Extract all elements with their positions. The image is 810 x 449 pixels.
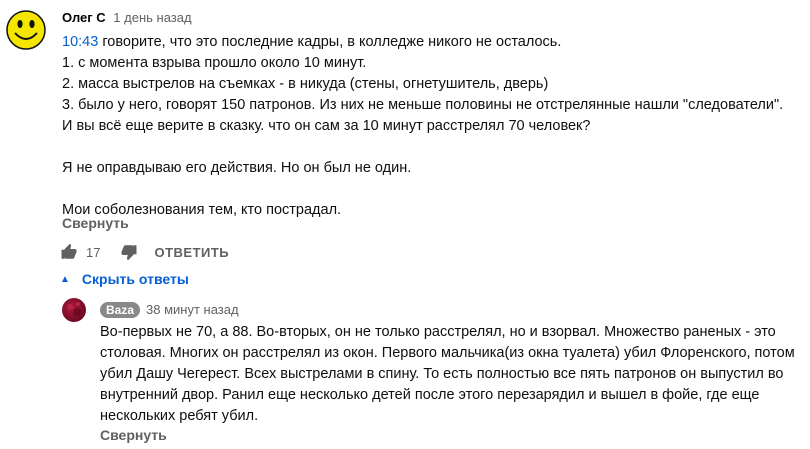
hide-replies-label: Скрыть ответы [81, 271, 189, 287]
reply-author-badge[interactable]: Baza [100, 302, 141, 318]
reply-line: убил Дашу Чегерест. Всех выстрелами в сп… [100, 366, 784, 382]
reply-line: Во-первых не 70, а 88. Во-вторых, он не … [100, 324, 776, 340]
reply-avatar[interactable] [62, 298, 86, 322]
reply-time[interactable]: 38 минут назад [146, 301, 239, 319]
comment-line: И вы всё еще верите в сказку. что он сам… [62, 118, 591, 134]
comment-actions: 17 ОТВЕТИТЬ [60, 240, 229, 264]
comment-author[interactable]: Олег С [62, 10, 106, 25]
comment-line: 2. масса выстрелов на съемках - в никуда… [62, 76, 549, 92]
comment-line: 1. с момента взрыва прошло около 10 мину… [62, 55, 367, 71]
collapse-reply-button[interactable]: Свернуть [100, 427, 167, 443]
reply-text: Во-первых не 70, а 88. Во-вторых, он не … [100, 322, 795, 427]
collapse-comment-button[interactable]: Свернуть [62, 215, 129, 231]
reply-line: внутренний двор. Ранил еще несколько дет… [100, 387, 760, 403]
video-timestamp-link[interactable]: 10:43 [62, 34, 98, 50]
reply-header: Baza 38 минут назад [100, 301, 239, 319]
like-count: 17 [86, 244, 101, 260]
comment-line-text: говорите, что это последние кадры, в кол… [98, 34, 562, 50]
thumbs-down-icon[interactable] [120, 243, 138, 261]
thumbs-up-icon[interactable] [60, 243, 78, 261]
hide-replies-button[interactable]: ▲ Скрыть ответы [60, 268, 189, 290]
caret-up-icon: ▲ [60, 273, 70, 285]
reply-line: столовая. Многих он расстрелял из окон. … [100, 345, 795, 361]
comment-text: 10:43 говорите, что это последние кадры,… [62, 32, 792, 221]
comment-line: Мои соболезнования тем, кто пострадал. [62, 202, 342, 218]
reply-line: нескольких ребят убил. [100, 408, 259, 424]
smiley-avatar-icon[interactable] [6, 10, 46, 50]
comment-line: 10:43 говорите, что это последние кадры,… [62, 32, 792, 53]
comment-header: Олег С 1 день назад [62, 9, 192, 27]
reply-button[interactable]: ОТВЕТИТЬ [154, 245, 229, 260]
comment-time[interactable]: 1 день назад [113, 10, 191, 25]
comment-line: Я не оправдываю его действия. Но он был … [62, 160, 412, 176]
comment-line: 3. было у него, говорят 150 патронов. Из… [62, 97, 784, 113]
